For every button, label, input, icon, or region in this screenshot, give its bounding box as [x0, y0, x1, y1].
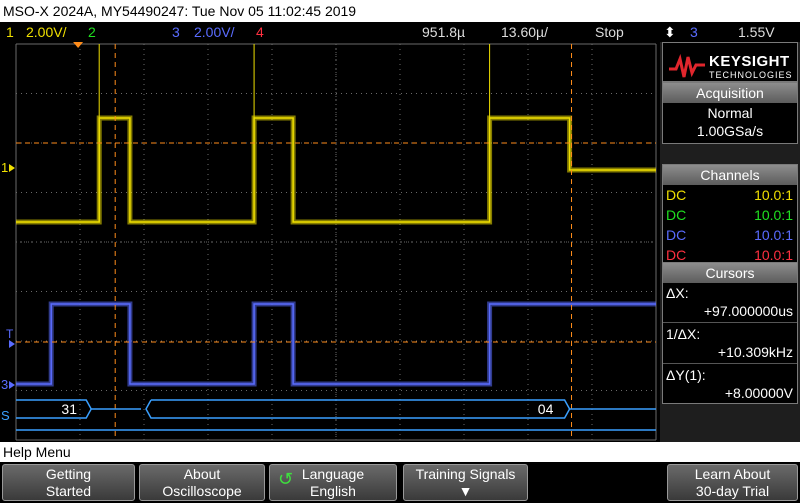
acquisition-panel[interactable]: Acquisition Normal 1.00GSa/s: [662, 82, 798, 144]
channel-row-2[interactable]: DC 10.0:1: [663, 205, 797, 225]
cursor-dy-value: +8.00000V: [724, 385, 793, 401]
getting-started-button[interactable]: Getting Started: [2, 464, 135, 501]
cursor-inv-dx-value: +10.309kHz: [717, 344, 793, 360]
trigger-level-marker: T: [6, 327, 14, 341]
cursors-header: Cursors: [663, 263, 797, 283]
waveform-display[interactable]: 31 04 1 T 3 S: [0, 42, 660, 442]
acquisition-rate: 1.00GSa/s: [696, 123, 764, 139]
ch2-number[interactable]: 2: [88, 22, 96, 42]
acquisition-header: Acquisition: [663, 83, 797, 103]
channel-probe: 10.0:1: [754, 207, 793, 223]
softkey-4-line1: Training Signals: [415, 466, 516, 482]
softkey-2-line1: About: [183, 466, 221, 482]
cursor-dy-label: ΔY(1):: [666, 367, 706, 383]
learn-about-trial-button[interactable]: Learn About 30-day Trial: [667, 464, 798, 501]
channel-row-1[interactable]: DC 10.0:1: [663, 185, 797, 205]
ch1-ground-arrow: [9, 164, 15, 172]
cursors-panel[interactable]: Cursors ΔX: +97.000000us 1/ΔX: +10.309kH…: [662, 262, 798, 404]
trigger-position-marker: [73, 42, 84, 48]
channel-probe: 10.0:1: [754, 227, 793, 243]
channel-coupling: DC: [666, 227, 687, 243]
acquisition-mode: Normal: [707, 105, 753, 121]
waveform-graticule: 31 04 1 T 3 S: [1, 42, 657, 441]
bus-value-left: 31: [61, 401, 77, 417]
time-position[interactable]: 951.8µ: [422, 22, 465, 42]
channel-row-3[interactable]: DC 10.0:1: [663, 225, 797, 245]
bus-value-right: 04: [538, 401, 554, 417]
keysight-wave-icon: [669, 53, 705, 78]
channel-probe: 10.0:1: [754, 187, 793, 203]
keysight-logo: KEYSIGHT TECHNOLOGIES: [667, 47, 799, 87]
status-bar: 1 2.00V/ 2 3 2.00V/ 4 951.8µ 13.60µ/ Sto…: [0, 22, 800, 42]
side-panel: KEYSIGHT TECHNOLOGIES Acquisition Normal…: [660, 42, 800, 442]
ch3-scale[interactable]: 2.00V/: [194, 22, 234, 42]
arrow-down-icon: ▼: [458, 483, 473, 499]
ch1-number[interactable]: 1: [6, 22, 14, 42]
ch1-scale[interactable]: 2.00V/: [26, 22, 66, 42]
window-title: MSO-X 2024A, MY54490247: Tue Nov 05 11:0…: [0, 0, 800, 22]
channels-header: Channels: [663, 165, 797, 185]
softkey-1-line1: Getting: [45, 466, 92, 482]
brand-name: KEYSIGHT: [709, 53, 790, 70]
softkey-5-line2: 30-day Trial: [695, 483, 770, 499]
keysight-logo-box: KEYSIGHT TECHNOLOGIES: [662, 42, 798, 82]
softkey-1-line2: Started: [45, 483, 92, 499]
ch3-ground-marker: 3: [1, 377, 8, 392]
trigger-source[interactable]: 3: [690, 22, 698, 42]
trigger-level[interactable]: 1.55V: [738, 22, 775, 42]
time-scale[interactable]: 13.60µ/: [501, 22, 548, 42]
softkey-2-line2: Oscilloscope: [162, 483, 242, 499]
help-menu-bar: Help Menu: [0, 442, 800, 462]
trigger-edge-icon: ⬍: [664, 24, 676, 40]
language-button[interactable]: ↺ Language English: [269, 464, 397, 501]
trigger-level-arrow: [9, 340, 15, 348]
cursor-dx-value: +97.000000us: [703, 303, 793, 319]
rotate-knob-icon: ↺: [278, 469, 294, 489]
serial-bus-marker: S: [1, 408, 10, 423]
ch4-number[interactable]: 4: [256, 22, 264, 42]
cursor-inv-dx-label: 1/ΔX:: [666, 326, 701, 342]
ch1-ground-marker: 1: [1, 160, 8, 175]
channel-coupling: DC: [666, 187, 687, 203]
channels-list: DC 10.0:1 DC 10.0:1 DC 10.0:1 DC 10.0:1: [663, 185, 797, 265]
ch3-number[interactable]: 3: [172, 22, 180, 42]
brand-sub: TECHNOLOGIES: [709, 70, 793, 80]
channel-coupling: DC: [666, 207, 687, 223]
bus-segment-2: [145, 399, 571, 419]
softkey-5-line1: Learn About: [694, 466, 771, 482]
softkey-bar: Getting Started About Oscilloscope ↺ Lan…: [0, 462, 800, 503]
run-state[interactable]: Stop: [595, 22, 624, 42]
training-signals-button[interactable]: Training Signals ▼: [403, 464, 528, 501]
ch3-ground-arrow: [9, 381, 15, 389]
cursor-dx-label: ΔX:: [666, 285, 689, 301]
about-oscilloscope-button[interactable]: About Oscilloscope: [139, 464, 265, 501]
channels-panel[interactable]: Channels DC 10.0:1 DC 10.0:1 DC 10.0:1 DC 10.0:…: [662, 164, 798, 264]
